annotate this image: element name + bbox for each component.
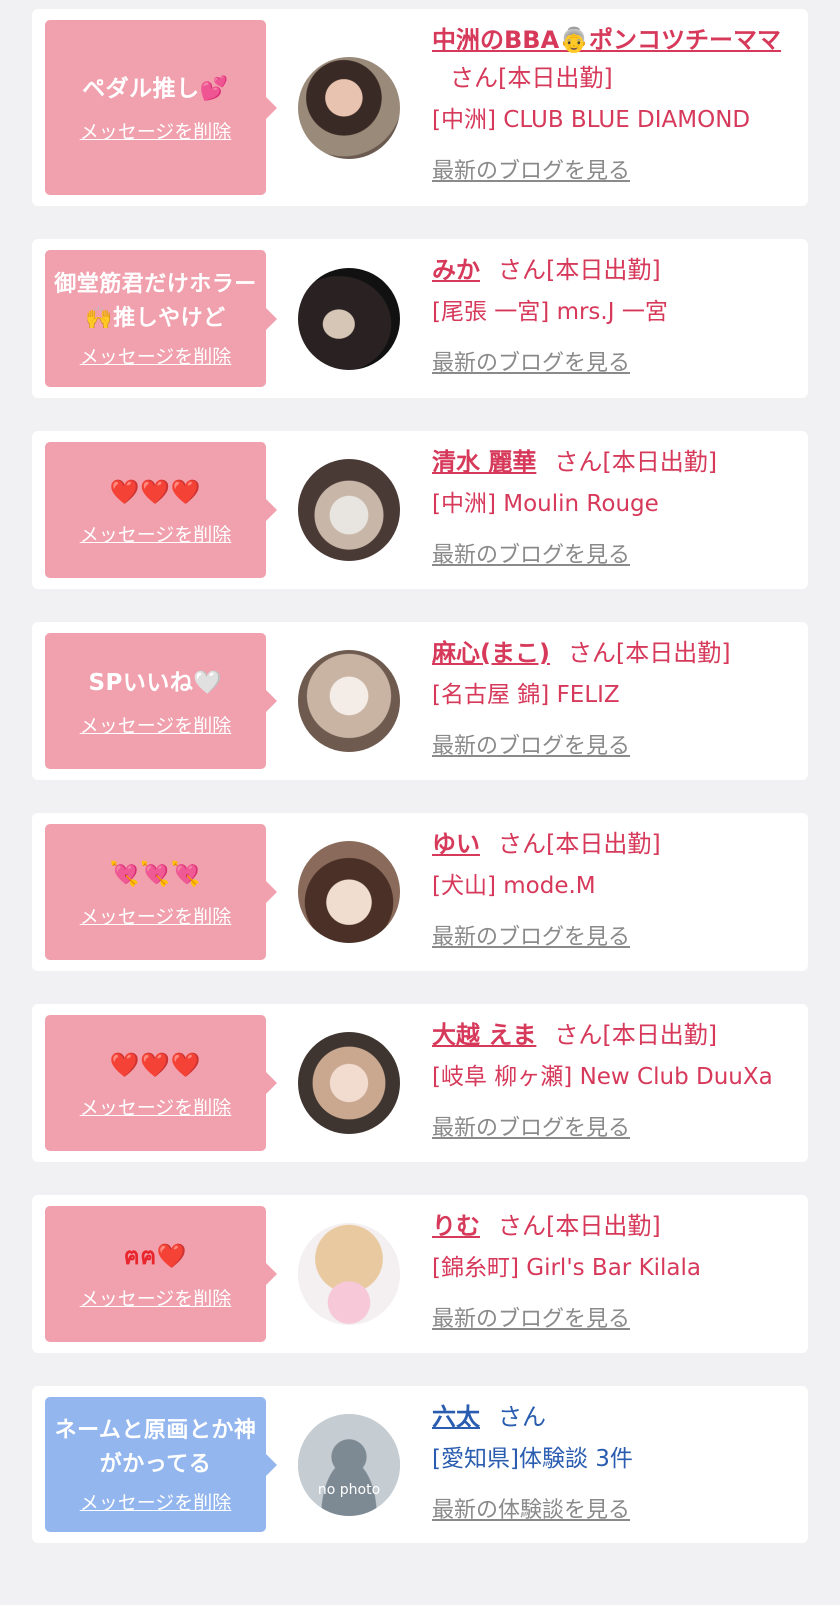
shop-label: [中洲] CLUB BLUE DIAMOND: [432, 107, 751, 133]
name-suffix: さん[本日出勤]: [554, 1021, 718, 1049]
favorites-list: ペダル推し💕 メッセージを削除 中洲のBBA👵ポンコツチーママさん[本日出勤] …: [32, 9, 808, 1543]
avatar[interactable]: [298, 841, 400, 943]
shop-label: [錦糸町] Girl's Bar Kilala: [432, 1255, 702, 1281]
avatar[interactable]: [298, 56, 400, 159]
latest-blog-link[interactable]: 最新のブログを見る: [432, 153, 630, 185]
message-text: ❤️❤️❤️: [109, 1050, 202, 1079]
message-bubble: ฅ⁠ฅ❤️ メッセージを削除: [45, 1206, 277, 1342]
favorite-card: ❤️❤️❤️ メッセージを削除 清水 麗華 さん[本日出勤] [中洲] Mouli…: [32, 431, 808, 589]
user-name-link[interactable]: 六太: [432, 1403, 480, 1431]
name-line: りむ さん[本日出勤]: [432, 1207, 808, 1245]
delete-message-link[interactable]: メッセージを削除: [80, 520, 232, 547]
name-suffix: さん[本日出勤]: [498, 830, 661, 858]
message-text: ❤️❤️❤️: [109, 477, 202, 506]
latest-blog-link[interactable]: 最新のブログを見る: [432, 537, 630, 569]
message-bubble: SPいいね🤍 メッセージを削除: [45, 633, 277, 769]
favorite-card: 御堂筋君だけホラー🙌推しやけど メッセージを削除 みか さん[本日出勤] [尾張 …: [32, 239, 808, 398]
name-line: 中洲のBBA👵ポンコツチーママさん[本日出勤]: [432, 21, 808, 97]
cast-name-link[interactable]: みか: [432, 256, 480, 284]
message-bubble: ネームと原画とか神がかってる メッセージを削除: [45, 1397, 277, 1532]
name-suffix: さん[本日出勤]: [450, 64, 613, 92]
latest-blog-link[interactable]: 最新のブログを見る: [432, 1301, 630, 1333]
favorite-card: SPいいね🤍 メッセージを削除 麻心(まこ) さん[本日出勤] [名古屋 錦] F…: [32, 622, 808, 780]
message-text: 御堂筋君だけホラー🙌推しやけど: [54, 272, 257, 331]
name-line: 六太 さん: [432, 1398, 808, 1436]
latest-blog-link[interactable]: 最新のブログを見る: [432, 1110, 630, 1142]
latest-blog-link[interactable]: 最新のブログを見る: [432, 728, 630, 760]
avatar[interactable]: [298, 1223, 400, 1325]
message-text: ネームと原画とか神がかってる: [54, 1418, 257, 1477]
name-suffix: さん: [498, 1403, 546, 1431]
cast-info: 麻心(まこ) さん[本日出勤] [名古屋 錦] FELIZ 最新のブログを見る: [432, 622, 808, 780]
avatar[interactable]: [298, 650, 400, 752]
message-text: ペダル推し💕: [82, 76, 229, 102]
cast-name-link[interactable]: りむ: [432, 1212, 480, 1240]
name-suffix: さん[本日出勤]: [567, 639, 731, 667]
latest-blog-link[interactable]: 最新のブログを見る: [432, 919, 630, 951]
message-bubble: ❤️❤️❤️ メッセージを削除: [45, 442, 277, 578]
cast-info: りむ さん[本日出勤] [錦糸町] Girl's Bar Kilala 最新のブロ…: [432, 1195, 808, 1353]
latest-blog-link[interactable]: 最新のブログを見る: [432, 345, 630, 377]
favorite-card: ペダル推し💕 メッセージを削除 中洲のBBA👵ポンコツチーママさん[本日出勤] …: [32, 9, 808, 206]
shop-label: [中洲] Moulin Rouge: [432, 491, 659, 517]
name-suffix: さん[本日出勤]: [498, 1212, 661, 1240]
name-line: ゆい さん[本日出勤]: [432, 825, 808, 863]
message-text: ฅ⁠ฅ❤️: [123, 1241, 188, 1270]
cast-info: 中洲のBBA👵ポンコツチーママさん[本日出勤] [中洲] CLUB BLUE D…: [432, 9, 808, 206]
delete-message-link[interactable]: メッセージを削除: [80, 117, 232, 144]
delete-message-link[interactable]: メッセージを削除: [80, 1488, 232, 1515]
cast-name-link[interactable]: 大越 えま: [432, 1021, 536, 1049]
name-suffix: さん[本日出勤]: [498, 256, 661, 284]
latest-review-link[interactable]: 最新の体験談を見る: [432, 1492, 630, 1524]
cast-name-link[interactable]: ゆい: [432, 830, 480, 858]
shop-label: [岐阜 柳ヶ瀬] New Club DuuXa: [432, 1064, 773, 1090]
message-bubble: ペダル推し💕 メッセージを削除: [45, 20, 277, 195]
avatar[interactable]: no photo: [298, 1413, 400, 1516]
cast-info: 六太 さん [愛知県]体験談 3件 最新の体験談を見る: [432, 1386, 808, 1543]
avatar[interactable]: [298, 459, 400, 561]
cast-name-link[interactable]: 麻心(まこ): [432, 639, 550, 667]
message-text: SPいいね🤍: [88, 669, 223, 696]
name-line: 麻心(まこ) さん[本日出勤]: [432, 634, 808, 672]
name-line: 清水 麗華 さん[本日出勤]: [432, 443, 808, 481]
message-bubble: ❤️❤️❤️ メッセージを削除: [45, 1015, 277, 1151]
favorite-card: ネームと原画とか神がかってる メッセージを削除 no photo 六太 さん [愛…: [32, 1386, 808, 1543]
delete-message-link[interactable]: メッセージを削除: [80, 1093, 232, 1120]
name-suffix: さん[本日出勤]: [554, 448, 718, 476]
avatar[interactable]: [298, 1032, 400, 1134]
cast-info: 清水 麗華 さん[本日出勤] [中洲] Moulin Rouge 最新のブログを見…: [432, 431, 808, 589]
name-line: みか さん[本日出勤]: [432, 251, 808, 289]
favorite-card: ฅ⁠ฅ❤️ メッセージを削除 りむ さん[本日出勤] [錦糸町] Girl's B…: [32, 1195, 808, 1353]
delete-message-link[interactable]: メッセージを削除: [80, 342, 232, 369]
message-bubble: 💘💘💘 メッセージを削除: [45, 824, 277, 960]
favorite-card: 💘💘💘 メッセージを削除 ゆい さん[本日出勤] [犬山] mode.M 最新のブ…: [32, 813, 808, 971]
message-bubble: 御堂筋君だけホラー🙌推しやけど メッセージを削除: [45, 250, 277, 387]
message-text: 💘💘💘: [109, 859, 202, 888]
shop-label: [名古屋 錦] FELIZ: [432, 682, 620, 708]
name-line: 大越 えま さん[本日出勤]: [432, 1016, 808, 1054]
cast-info: ゆい さん[本日出勤] [犬山] mode.M 最新のブログを見る: [432, 813, 808, 971]
cast-info: 大越 えま さん[本日出勤] [岐阜 柳ヶ瀬] New Club DuuXa 最新…: [432, 1004, 808, 1162]
shop-label: [犬山] mode.M: [432, 873, 596, 899]
cast-info: みか さん[本日出勤] [尾張 一宮] mrs.J 一宮 最新のブログを見る: [432, 239, 808, 398]
delete-message-link[interactable]: メッセージを削除: [80, 1284, 232, 1311]
delete-message-link[interactable]: メッセージを削除: [80, 902, 232, 929]
avatar[interactable]: [298, 267, 400, 370]
favorite-card: ❤️❤️❤️ メッセージを削除 大越 えま さん[本日出勤] [岐阜 柳ヶ瀬] N…: [32, 1004, 808, 1162]
no-photo-label: no photo: [317, 1481, 381, 1498]
delete-message-link[interactable]: メッセージを削除: [80, 711, 232, 738]
review-count-label: [愛知県]体験談 3件: [432, 1446, 633, 1472]
cast-name-link[interactable]: 清水 麗華: [432, 448, 536, 476]
shop-label: [尾張 一宮] mrs.J 一宮: [432, 299, 668, 325]
cast-name-link[interactable]: 中洲のBBA👵ポンコツチーママ: [432, 26, 781, 54]
